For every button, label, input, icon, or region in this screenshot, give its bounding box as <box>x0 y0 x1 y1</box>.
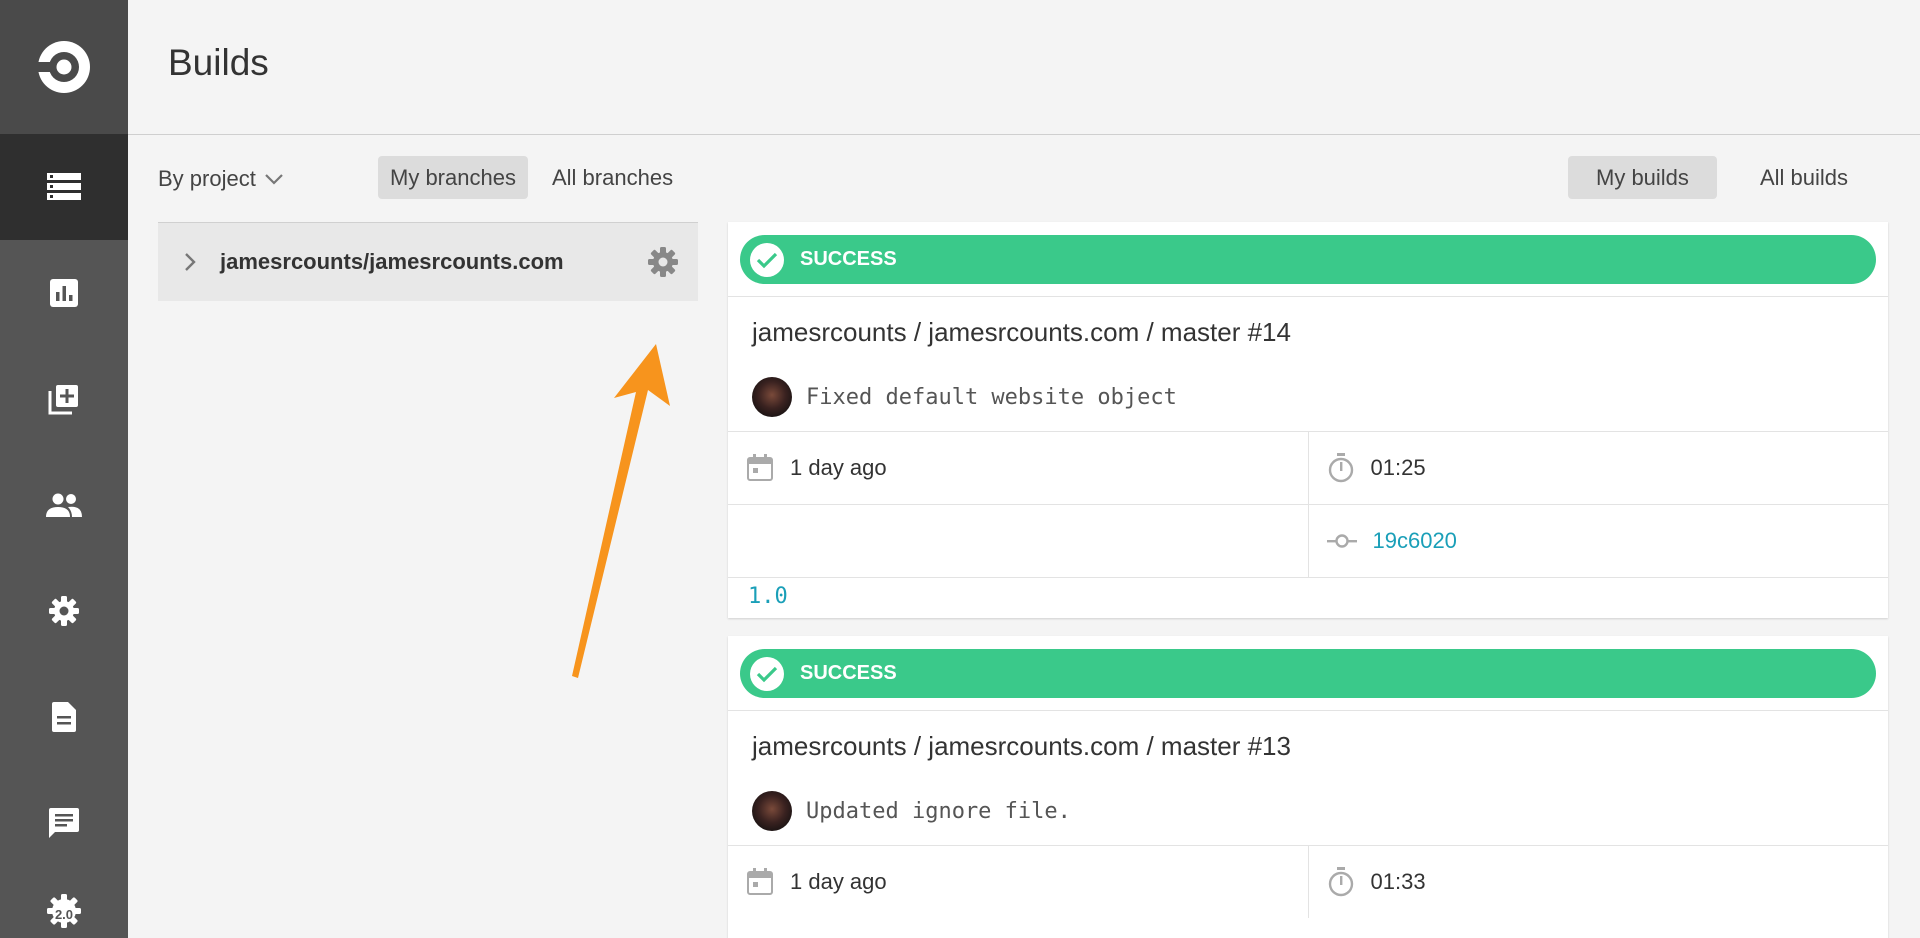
build-duration-cell: 01:25 <box>1307 432 1889 504</box>
chevron-down-icon <box>265 174 283 185</box>
avatar <box>752 791 792 831</box>
build-time-cell: 1 day ago <box>728 432 1308 504</box>
build-meta-row: 1 day ago 01:25 <box>728 432 1888 504</box>
build-time-cell: 1 day ago <box>728 846 1308 918</box>
svg-text:2.0: 2.0 <box>55 907 73 922</box>
nav-item-builds[interactable] <box>0 134 128 240</box>
build-commit-row: 19c6020 <box>728 505 1888 577</box>
build-duration-cell: 01:33 <box>1307 846 1889 918</box>
stopwatch-icon <box>1328 453 1353 483</box>
status-label: SUCCESS <box>800 248 897 270</box>
build-card: SUCCESS jamesrcounts / jamesrcounts.com … <box>728 222 1888 618</box>
page-title: Builds <box>168 42 269 83</box>
commit-sha-link[interactable]: 19c6020 <box>1373 528 1457 554</box>
gear-2-0-icon: 2.0 <box>47 894 81 928</box>
chevron-right-icon[interactable] <box>184 252 196 272</box>
build-duration: 01:33 <box>1370 869 1426 894</box>
check-circle-icon <box>750 242 784 277</box>
commit-sha-cell: 19c6020 <box>1307 505 1889 577</box>
my-builds-toggle[interactable]: My builds <box>1568 156 1717 199</box>
nav-item-team[interactable] <box>0 452 128 558</box>
status-badge[interactable]: SUCCESS <box>740 649 1876 698</box>
chat-icon <box>49 808 79 838</box>
page-header: Builds <box>128 0 1920 135</box>
build-tag[interactable]: 1.0 <box>728 578 1888 614</box>
gear-icon <box>49 596 79 626</box>
project-row[interactable]: jamesrcounts/jamesrcounts.com <box>158 222 698 301</box>
check-circle-icon <box>750 656 784 691</box>
all-builds-toggle[interactable]: All builds <box>1748 156 1860 199</box>
build-meta-row: 1 day ago 01:33 <box>728 846 1888 918</box>
nav-item-circleci-2[interactable]: 2.0 <box>0 876 128 938</box>
commit-message: Updated ignore file. <box>806 798 1071 824</box>
stopwatch-icon <box>1328 867 1353 897</box>
git-commit-icon <box>1326 534 1357 548</box>
team-icon <box>46 493 82 517</box>
build-title[interactable]: jamesrcounts / jamesrcounts.com / master… <box>728 711 1888 777</box>
calendar-icon <box>747 454 773 481</box>
circleci-logo-icon[interactable] <box>34 37 94 97</box>
nav-item-support[interactable] <box>0 770 128 876</box>
by-project-dropdown[interactable]: By project <box>158 166 284 192</box>
sidebar: 2.0 <box>0 0 128 938</box>
nav-item-settings[interactable] <box>0 558 128 664</box>
project-settings-gear-icon[interactable] <box>648 247 678 277</box>
all-branches-toggle[interactable]: All branches <box>540 156 685 199</box>
add-projects-icon <box>48 385 78 415</box>
my-branches-toggle[interactable]: My branches <box>378 156 528 199</box>
by-project-label: By project <box>158 166 256 191</box>
document-icon <box>52 702 76 732</box>
avatar <box>752 377 792 417</box>
status-label: SUCCESS <box>800 662 897 684</box>
builds-list-icon <box>47 173 81 200</box>
commit-message: Fixed default website object <box>806 384 1177 410</box>
project-name[interactable]: jamesrcounts/jamesrcounts.com <box>220 249 648 275</box>
build-time-ago: 1 day ago <box>790 869 887 894</box>
nav-item-add-projects[interactable] <box>0 346 128 452</box>
nav-item-insights[interactable] <box>0 240 128 346</box>
commit-info: Updated ignore file. <box>728 777 1888 845</box>
status-badge[interactable]: SUCCESS <box>740 235 1876 284</box>
calendar-icon <box>747 868 773 895</box>
empty-cell <box>728 505 1308 577</box>
logo-area[interactable] <box>0 0 128 134</box>
build-card: SUCCESS jamesrcounts / jamesrcounts.com … <box>728 636 1888 938</box>
build-duration: 01:25 <box>1370 455 1426 480</box>
insights-chart-icon <box>50 279 78 307</box>
commit-info: Fixed default website object <box>728 363 1888 431</box>
build-title[interactable]: jamesrcounts / jamesrcounts.com / master… <box>728 297 1888 363</box>
build-time-ago: 1 day ago <box>790 455 887 480</box>
filter-bar: By project My branches All branches My b… <box>128 136 1920 220</box>
nav-item-docs[interactable] <box>0 664 128 770</box>
